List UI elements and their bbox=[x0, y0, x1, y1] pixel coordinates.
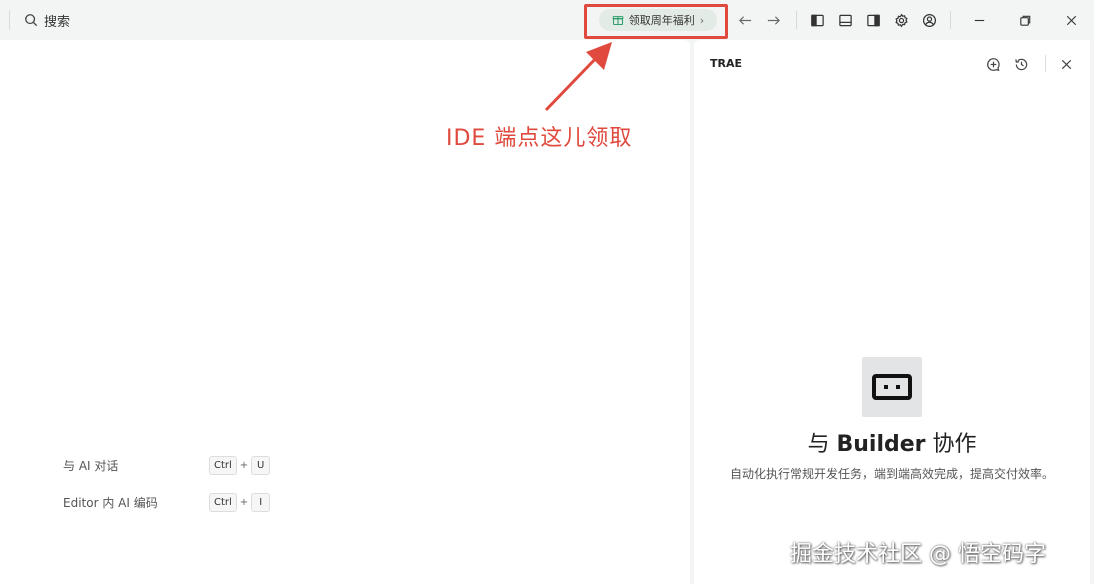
search-icon bbox=[25, 14, 38, 27]
annotation-text: IDE 端点这儿领取 bbox=[446, 126, 633, 151]
builder-title-suffix: 协作 bbox=[932, 432, 977, 457]
panel-separator bbox=[1045, 55, 1046, 72]
trae-side-panel: TRAE 与 Builder 协作 自动化执行常规开发任务，端到端高效完成，提高… bbox=[694, 40, 1090, 584]
toggle-left-panel-icon bbox=[810, 14, 824, 26]
close-panel-button[interactable] bbox=[1056, 54, 1076, 74]
arrow-right-icon bbox=[767, 15, 780, 25]
new-chat-icon bbox=[986, 57, 1000, 71]
back-button[interactable] bbox=[734, 9, 756, 31]
annotation-highlight-box bbox=[584, 4, 728, 39]
builder-description: 自动化执行常规开发任务，端到端高效完成，提高交付效率。 bbox=[730, 467, 1055, 481]
account-button[interactable] bbox=[918, 9, 940, 31]
history-icon bbox=[1014, 58, 1027, 70]
titlebar-separator bbox=[796, 11, 797, 29]
title-bar: 搜索 领取周年福利 › bbox=[0, 0, 1094, 40]
watermark: 掘金技术社区 @ 悟空码字 bbox=[790, 542, 1046, 567]
forward-button[interactable] bbox=[762, 9, 784, 31]
toggle-right-panel-icon bbox=[866, 14, 880, 26]
new-chat-button[interactable] bbox=[983, 54, 1003, 74]
toggle-bottom-panel-button[interactable] bbox=[834, 9, 856, 31]
key-cap: I bbox=[251, 493, 271, 512]
settings-button[interactable] bbox=[890, 9, 912, 31]
titlebar-separator bbox=[950, 11, 951, 29]
key-cap: U bbox=[251, 456, 271, 475]
shortcut-row: Editor 内 AI 编码 Ctrl + I bbox=[63, 493, 271, 512]
minimize-icon bbox=[974, 19, 984, 21]
toggle-left-panel-button[interactable] bbox=[806, 9, 828, 31]
restore-button[interactable] bbox=[1014, 9, 1036, 31]
key-cap: Ctrl bbox=[209, 456, 237, 475]
toggle-bottom-panel-icon bbox=[838, 14, 852, 26]
shortcut-row: 与 AI 对话 Ctrl + U bbox=[63, 456, 271, 475]
annotation-arrow bbox=[544, 42, 612, 112]
builder-title-name: Builder bbox=[836, 432, 926, 457]
builder-icon bbox=[872, 374, 912, 400]
toggle-right-panel-button[interactable] bbox=[862, 9, 884, 31]
restore-icon bbox=[1019, 15, 1030, 26]
key-plus: + bbox=[239, 497, 249, 508]
titlebar-divider bbox=[9, 10, 10, 30]
builder-title-prefix: 与 bbox=[807, 432, 830, 457]
history-button[interactable] bbox=[1011, 54, 1031, 74]
search-box[interactable]: 搜索 bbox=[24, 11, 71, 30]
gear-icon bbox=[894, 13, 908, 27]
close-icon bbox=[1061, 59, 1071, 69]
close-icon bbox=[1066, 15, 1076, 25]
shortcut-label: Editor 内 AI 编码 bbox=[63, 496, 158, 510]
panel-title: TRAE bbox=[710, 57, 743, 70]
account-icon bbox=[922, 13, 936, 27]
arrow-left-icon bbox=[738, 15, 751, 25]
key-cap: Ctrl bbox=[209, 493, 237, 512]
builder-logo bbox=[862, 357, 922, 417]
shortcut-label: 与 AI 对话 bbox=[63, 459, 119, 473]
builder-title: 与 Builder 协作 bbox=[694, 426, 1090, 458]
search-label: 搜索 bbox=[44, 14, 71, 30]
minimize-button[interactable] bbox=[968, 9, 990, 31]
key-plus: + bbox=[239, 460, 249, 471]
window-close-button[interactable] bbox=[1060, 9, 1082, 31]
